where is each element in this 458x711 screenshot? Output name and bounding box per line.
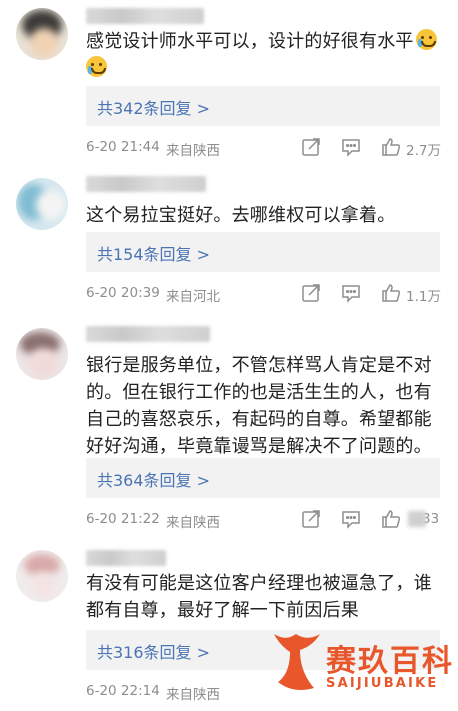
share-icon[interactable] — [300, 282, 322, 304]
replies-link[interactable]: 共154条回复 > — [86, 232, 440, 272]
comment-text: 有没有可能是这位客户经理也被逼急了，谁都有自尊，最好了解一下前因后果 — [86, 570, 442, 624]
like-icon[interactable] — [380, 508, 402, 530]
fish-tail-logo-icon — [274, 634, 320, 690]
like-icon[interactable] — [380, 282, 402, 304]
share-icon[interactable] — [300, 136, 322, 158]
timestamp: 6-20 21:44 — [86, 139, 160, 155]
comment-text-body: 感觉设计师水平可以，设计的好很有水平 — [86, 31, 414, 52]
replies-link[interactable]: 共364条回复 > — [86, 458, 440, 498]
replies-count-label: 共154条回复 > — [97, 245, 211, 264]
comment-icon[interactable] — [340, 508, 362, 530]
like-count: 2.7万 — [406, 143, 441, 159]
watermark-logo: 赛玖百科 SAIJIUBAIKE — [270, 630, 458, 702]
avatar[interactable] — [16, 328, 68, 380]
username-blurred[interactable] — [86, 326, 210, 342]
comment-text: 银行是服务单位，不管怎样骂人肯定是不对的。但在银行工作的也是活生生的人，也有自己… — [86, 352, 442, 460]
comment-icon[interactable] — [340, 136, 362, 158]
crying-laughing-emoji-icon — [415, 29, 437, 50]
replies-count-label: 共316条回复 > — [97, 643, 211, 662]
username-blurred[interactable] — [86, 8, 204, 24]
comment-text-body: 有没有可能是这位客户经理也被逼急了，谁都有自尊，最好了解一下前因后果 — [86, 573, 432, 621]
location: 来自陕西 — [166, 515, 220, 531]
comment-text: 感觉设计师水平可以，设计的好很有水平 — [86, 28, 442, 82]
comment-meta: 6-20 21:44 来自陕西 2.7万 — [86, 136, 444, 160]
username-blurred[interactable] — [86, 176, 206, 192]
crying-laughing-emoji-icon — [86, 56, 107, 77]
like-count: 1.1万 — [406, 289, 441, 305]
comment-text-body: 这个易拉宝挺好。去哪维权可以拿着。 — [86, 205, 396, 226]
location: 来自陕西 — [166, 143, 220, 159]
location: 来自陕西 — [166, 687, 220, 703]
comment-text: 这个易拉宝挺好。去哪维权可以拿着。 — [86, 202, 442, 229]
like-icon[interactable] — [380, 136, 402, 158]
comment-meta: 6-20 20:39 来自河北 1.1万 — [86, 282, 444, 306]
timestamp: 6-20 22:14 — [86, 683, 160, 699]
watermark-subtitle: SAIJIUBAIKE — [326, 676, 439, 691]
comment-text-body: 银行是服务单位，不管怎样骂人肯定是不对的。但在银行工作的也是活生生的人，也有自己… — [86, 355, 432, 457]
username-blurred[interactable] — [86, 550, 166, 566]
replies-link[interactable]: 共342条回复 > — [86, 86, 440, 126]
comment-meta: 6-20 21:22 来自陕西 33 — [86, 508, 444, 532]
location: 来自河北 — [166, 289, 220, 305]
blur-patch — [408, 511, 426, 527]
comment-icon[interactable] — [340, 282, 362, 304]
replies-count-label: 共342条回复 > — [97, 99, 211, 118]
avatar[interactable] — [16, 178, 68, 230]
avatar[interactable] — [16, 550, 68, 602]
timestamp: 6-20 20:39 — [86, 285, 160, 301]
avatar[interactable] — [16, 8, 68, 60]
timestamp: 6-20 21:22 — [86, 511, 160, 527]
share-icon[interactable] — [300, 508, 322, 530]
replies-count-label: 共364条回复 > — [97, 471, 211, 490]
watermark-title: 赛玖百科 — [326, 644, 454, 679]
